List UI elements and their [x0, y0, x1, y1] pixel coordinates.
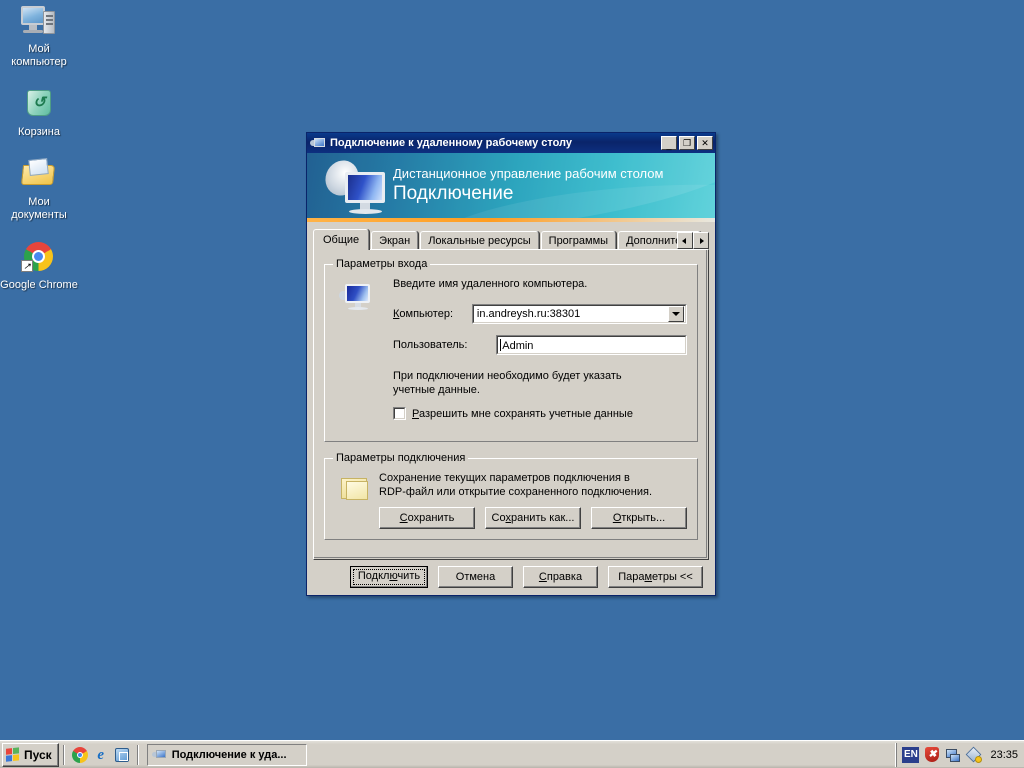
tab-display[interactable]: Экран: [371, 231, 419, 250]
tab-strip: Общие Экран Локальные ресурсы Программы …: [313, 229, 709, 250]
window-title: Подключение к удаленному рабочему столу: [330, 137, 573, 149]
save-button[interactable]: Сохранить: [379, 507, 475, 529]
window-controls: _ ❐ ✕: [661, 136, 713, 150]
computer-combobox[interactable]: in.andreysh.ru:38301: [471, 304, 687, 324]
login-settings-group: Параметры входа Введите имя удаленного к…: [324, 258, 698, 442]
task-button-label: Подключение к уда...: [171, 748, 287, 761]
login-settings-group-title: Параметры входа: [333, 258, 431, 270]
show-desktop-icon[interactable]: [114, 747, 130, 763]
desktop-icon-google-chrome[interactable]: ↗ Google Chrome: [0, 240, 78, 292]
start-button[interactable]: Пуск: [2, 742, 59, 767]
dialog-body: Общие Экран Локальные ресурсы Программы …: [307, 222, 715, 597]
connection-hint-line1: Сохранение текущих параметров подключени…: [379, 472, 630, 484]
connection-file-buttons: Сохранить Сохранить как... Открыть...: [379, 507, 687, 529]
desktop-icon-my-computer[interactable]: Мой компьютер: [0, 4, 78, 69]
user-input-text: Admin: [502, 339, 534, 352]
computer-input-value[interactable]: in.andreysh.ru:38301: [473, 308, 668, 320]
chevron-left-icon: [682, 237, 686, 244]
save-as-button[interactable]: Сохранить как...: [485, 507, 581, 529]
credentials-note: При подключении необходимо будет указать…: [393, 370, 622, 396]
desktop-icon-my-documents[interactable]: Мои документы: [0, 157, 78, 222]
network-connection-icon[interactable]: [945, 747, 961, 763]
dialog-banner: Дистанционное управление рабочим столом …: [307, 153, 715, 222]
desktop-icon-label: Мои документы: [11, 196, 67, 221]
desktop-icon-recycle-bin[interactable]: ↺ Корзина: [0, 87, 78, 139]
computer-dropdown-button[interactable]: [668, 306, 684, 322]
desktop[interactable]: Мой компьютер ↺ Корзина Мои документы ↗ …: [0, 0, 1024, 768]
chevron-right-icon: [700, 237, 704, 244]
save-credentials-row[interactable]: Разрешить мне сохранять учетные данные: [393, 407, 687, 420]
dialog-action-buttons: Подключить Отмена Справка Параметры <<: [307, 566, 715, 588]
save-credentials-checkbox[interactable]: [393, 407, 406, 420]
google-chrome-icon: ↗: [19, 240, 59, 276]
close-button[interactable]: ✕: [697, 136, 713, 150]
my-documents-icon: [19, 157, 59, 193]
desktop-icon-label: Google Chrome: [0, 279, 78, 291]
desktop-icon-label: Мой компьютер: [11, 43, 67, 68]
tab-scroll-buttons: [677, 232, 709, 249]
help-button[interactable]: Справка: [523, 566, 598, 588]
quick-launch-bar: e: [69, 746, 133, 763]
connection-settings-group-title: Параметры подключения: [333, 452, 469, 464]
computer-field-label: Компьютер:: [393, 308, 454, 320]
tab-local-resources[interactable]: Локальные ресурсы: [420, 231, 539, 250]
close-icon: ✕: [701, 138, 709, 148]
desktop-icon-list: Мой компьютер ↺ Корзина Мои документы ↗ …: [0, 4, 80, 310]
maximize-icon: ❐: [682, 138, 692, 148]
task-button-remote-desktop[interactable]: Подключение к уда...: [146, 743, 307, 766]
task-button-list: Подключение к уда...: [143, 743, 307, 766]
connection-settings-group: Параметры подключения Сохранение текущих…: [324, 452, 698, 540]
recycle-bin-icon: ↺: [19, 87, 59, 123]
maximize-button[interactable]: ❐: [679, 136, 695, 150]
computer-icon: [339, 283, 373, 311]
system-tray: EN ✖ 23:35: [896, 742, 1024, 767]
start-button-label: Пуск: [24, 747, 52, 762]
window-titlebar[interactable]: Подключение к удаленному рабочему столу …: [307, 133, 715, 153]
login-hint: Введите имя удаленного компьютера.: [393, 278, 588, 290]
tab-general[interactable]: Общие: [313, 229, 370, 250]
user-field-label: Пользователь:: [393, 339, 468, 351]
task-area-separator: [136, 744, 139, 765]
minimize-icon: _: [666, 140, 672, 150]
connection-hint-line2: RDP-файл или открытие сохраненного подкл…: [379, 486, 652, 498]
save-credentials-label: Разрешить мне сохранять учетные данные: [412, 407, 633, 420]
remote-desktop-icon: [310, 136, 326, 150]
quick-launch-separator: [62, 744, 65, 765]
tab-scroll-left-button[interactable]: [677, 232, 693, 249]
tab-page-general: Параметры входа Введите имя удаленного к…: [313, 249, 709, 560]
internet-explorer-icon[interactable]: e: [93, 747, 109, 763]
remote-desktop-connection-window[interactable]: Подключение к удаленному рабочему столу …: [306, 132, 716, 596]
windows-flag-icon: [6, 746, 21, 763]
open-button[interactable]: Открыть...: [591, 507, 687, 529]
banner-title: Подключение: [393, 183, 514, 204]
options-button[interactable]: Параметры <<: [608, 566, 703, 588]
user-input-value[interactable]: Admin: [497, 338, 534, 352]
desktop-icon-label: Корзина: [18, 126, 60, 138]
cancel-button[interactable]: Отмена: [438, 566, 513, 588]
my-computer-icon: [19, 4, 59, 40]
user-input[interactable]: Admin: [496, 335, 687, 355]
taskbar[interactable]: Пуск e Подключение к уда... EN ✖ 23:35: [0, 740, 1024, 768]
windows-update-icon[interactable]: [966, 746, 983, 763]
google-chrome-icon[interactable]: [71, 746, 88, 763]
folder-icon: [341, 475, 371, 501]
banner-text: Дистанционное управление рабочим столом …: [393, 165, 663, 205]
remote-desktop-icon: [151, 748, 168, 762]
chevron-down-icon: [672, 312, 680, 316]
clock[interactable]: 23:35: [987, 749, 1018, 761]
tab-programs[interactable]: Программы: [540, 231, 617, 250]
banner-subtitle: Дистанционное управление рабочим столом: [393, 166, 664, 181]
minimize-button[interactable]: _: [661, 136, 677, 150]
security-shield-alert-icon[interactable]: ✖: [924, 746, 940, 763]
language-indicator[interactable]: EN: [902, 746, 920, 763]
remote-desktop-monitor-art-icon: [322, 156, 401, 219]
tab-scroll-right-button[interactable]: [693, 232, 709, 249]
connect-button[interactable]: Подключить: [350, 566, 428, 588]
